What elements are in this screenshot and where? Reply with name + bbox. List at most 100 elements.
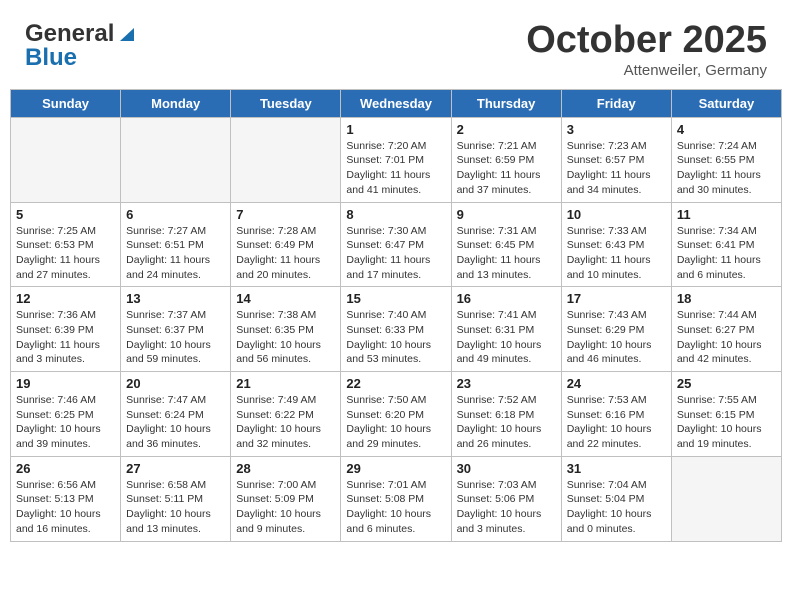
day-cell: 18 Sunrise: 7:44 AM Sunset: 6:27 PM Dayli…: [671, 287, 781, 372]
day-cell: 7Sunrise: 7:28 AM Sunset: 6:49 PM Daylig…: [231, 202, 341, 287]
day-info: Sunrise: 7:43 AM Sunset: 6:29 PM Dayligh…: [567, 308, 666, 367]
day-info: Sunrise: 7:44 AM Sunset: 6:27 PM Dayligh…: [677, 308, 776, 367]
day-info: Sunrise: 7:25 AM Sunset: 6:53 PM Dayligh…: [16, 224, 115, 283]
day-cell: 24 Sunrise: 7:53 AM Sunset: 6:16 PM Dayli…: [561, 372, 671, 457]
day-cell: 26Sunrise: 6:56 AM Sunset: 5:13 PM Dayli…: [11, 456, 121, 541]
day-info: Sunrise: 7:34 AM Sunset: 6:41 PM Dayligh…: [677, 224, 776, 283]
day-number: 19: [16, 376, 115, 391]
header-saturday: Saturday: [671, 89, 781, 117]
day-number: 4: [677, 122, 776, 137]
day-cell: 8 Sunrise: 7:30 AM Sunset: 6:47 PM Daylig…: [341, 202, 451, 287]
day-cell: 15 Sunrise: 7:40 AM Sunset: 6:33 PM Dayli…: [341, 287, 451, 372]
day-cell: 3 Sunrise: 7:23 AM Sunset: 6:57 PM Daylig…: [561, 117, 671, 202]
day-info: Sunrise: 7:40 AM Sunset: 6:33 PM Dayligh…: [346, 308, 445, 367]
day-number: 1: [346, 122, 445, 137]
day-cell: 31Sunrise: 7:04 AM Sunset: 5:04 PM Dayli…: [561, 456, 671, 541]
week-row-4: 26Sunrise: 6:56 AM Sunset: 5:13 PM Dayli…: [11, 456, 782, 541]
day-cell: [231, 117, 341, 202]
day-number: 23: [457, 376, 556, 391]
day-info: Sunrise: 7:30 AM Sunset: 6:47 PM Dayligh…: [346, 224, 445, 283]
title-block: October 2025 Attenweiler, Germany: [526, 20, 767, 79]
day-info: Sunrise: 7:53 AM Sunset: 6:16 PM Dayligh…: [567, 393, 666, 452]
logo-blue: Blue: [25, 44, 138, 72]
day-number: 14: [236, 291, 335, 306]
day-number: 8: [346, 207, 445, 222]
day-number: 28: [236, 461, 335, 476]
location: Attenweiler, Germany: [526, 62, 767, 79]
day-number: 13: [126, 291, 225, 306]
day-info: Sunrise: 7:20 AM Sunset: 7:01 PM Dayligh…: [346, 139, 445, 198]
day-number: 27: [126, 461, 225, 476]
day-info: Sunrise: 7:01 AM Sunset: 5:08 PM Dayligh…: [346, 478, 445, 537]
day-cell: 28 Sunrise: 7:00 AM Sunset: 5:09 PM Dayli…: [231, 456, 341, 541]
day-cell: 25 Sunrise: 7:55 AM Sunset: 6:15 PM Dayli…: [671, 372, 781, 457]
day-info: Sunrise: 7:23 AM Sunset: 6:57 PM Dayligh…: [567, 139, 666, 198]
day-number: 25: [677, 376, 776, 391]
day-cell: 2 Sunrise: 7:21 AM Sunset: 6:59 PM Daylig…: [451, 117, 561, 202]
day-number: 15: [346, 291, 445, 306]
day-info: Sunrise: 7:28 AM Sunset: 6:49 PM Dayligh…: [236, 224, 335, 283]
day-number: 9: [457, 207, 556, 222]
day-info: Sunrise: 6:58 AM Sunset: 5:11 PM Dayligh…: [126, 478, 225, 537]
day-info: Sunrise: 7:37 AM Sunset: 6:37 PM Dayligh…: [126, 308, 225, 367]
day-number: 24: [567, 376, 666, 391]
day-number: 5: [16, 207, 115, 222]
day-cell: 30Sunrise: 7:03 AM Sunset: 5:06 PM Dayli…: [451, 456, 561, 541]
day-cell: 4 Sunrise: 7:24 AM Sunset: 6:55 PM Daylig…: [671, 117, 781, 202]
day-number: 2: [457, 122, 556, 137]
day-number: 11: [677, 207, 776, 222]
day-cell: 14Sunrise: 7:38 AM Sunset: 6:35 PM Dayli…: [231, 287, 341, 372]
day-info: Sunrise: 7:50 AM Sunset: 6:20 PM Dayligh…: [346, 393, 445, 452]
day-number: 31: [567, 461, 666, 476]
day-info: Sunrise: 7:21 AM Sunset: 6:59 PM Dayligh…: [457, 139, 556, 198]
day-info: Sunrise: 7:00 AM Sunset: 5:09 PM Dayligh…: [236, 478, 335, 537]
day-info: Sunrise: 7:41 AM Sunset: 6:31 PM Dayligh…: [457, 308, 556, 367]
header-tuesday: Tuesday: [231, 89, 341, 117]
day-number: 20: [126, 376, 225, 391]
day-info: Sunrise: 7:24 AM Sunset: 6:55 PM Dayligh…: [677, 139, 776, 198]
month-title: October 2025: [526, 20, 767, 62]
day-cell: 13 Sunrise: 7:37 AM Sunset: 6:37 PM Dayli…: [121, 287, 231, 372]
day-number: 16: [457, 291, 556, 306]
day-info: Sunrise: 7:36 AM Sunset: 6:39 PM Dayligh…: [16, 308, 115, 367]
day-number: 12: [16, 291, 115, 306]
header-friday: Friday: [561, 89, 671, 117]
day-cell: [11, 117, 121, 202]
day-info: Sunrise: 7:31 AM Sunset: 6:45 PM Dayligh…: [457, 224, 556, 283]
day-info: Sunrise: 7:47 AM Sunset: 6:24 PM Dayligh…: [126, 393, 225, 452]
day-info: Sunrise: 7:52 AM Sunset: 6:18 PM Dayligh…: [457, 393, 556, 452]
day-cell: [671, 456, 781, 541]
day-cell: 5 Sunrise: 7:25 AM Sunset: 6:53 PM Daylig…: [11, 202, 121, 287]
calendar-header-row: SundayMondayTuesdayWednesdayThursdayFrid…: [11, 89, 782, 117]
day-info: Sunrise: 7:33 AM Sunset: 6:43 PM Dayligh…: [567, 224, 666, 283]
day-number: 3: [567, 122, 666, 137]
day-cell: 19 Sunrise: 7:46 AM Sunset: 6:25 PM Dayli…: [11, 372, 121, 457]
day-number: 18: [677, 291, 776, 306]
day-cell: 9 Sunrise: 7:31 AM Sunset: 6:45 PM Daylig…: [451, 202, 561, 287]
day-cell: 11 Sunrise: 7:34 AM Sunset: 6:41 PM Dayli…: [671, 202, 781, 287]
day-number: 22: [346, 376, 445, 391]
day-cell: 27 Sunrise: 6:58 AM Sunset: 5:11 PM Dayli…: [121, 456, 231, 541]
day-number: 26: [16, 461, 115, 476]
day-info: Sunrise: 7:49 AM Sunset: 6:22 PM Dayligh…: [236, 393, 335, 452]
day-info: Sunrise: 7:27 AM Sunset: 6:51 PM Dayligh…: [126, 224, 225, 283]
day-info: Sunrise: 7:03 AM Sunset: 5:06 PM Dayligh…: [457, 478, 556, 537]
logo-icon: [116, 23, 138, 45]
day-cell: [121, 117, 231, 202]
logo: General Blue: [25, 20, 138, 72]
day-info: Sunrise: 7:55 AM Sunset: 6:15 PM Dayligh…: [677, 393, 776, 452]
day-info: Sunrise: 7:46 AM Sunset: 6:25 PM Dayligh…: [16, 393, 115, 452]
day-cell: 10 Sunrise: 7:33 AM Sunset: 6:43 PM Dayli…: [561, 202, 671, 287]
header: General Blue October 2025 Attenweiler, G…: [10, 10, 782, 84]
day-number: 21: [236, 376, 335, 391]
day-cell: 12 Sunrise: 7:36 AM Sunset: 6:39 PM Dayli…: [11, 287, 121, 372]
day-cell: 17 Sunrise: 7:43 AM Sunset: 6:29 PM Dayli…: [561, 287, 671, 372]
day-cell: 21 Sunrise: 7:49 AM Sunset: 6:22 PM Dayli…: [231, 372, 341, 457]
day-cell: 22 Sunrise: 7:50 AM Sunset: 6:20 PM Dayli…: [341, 372, 451, 457]
day-cell: 23 Sunrise: 7:52 AM Sunset: 6:18 PM Dayli…: [451, 372, 561, 457]
day-cell: 1 Sunrise: 7:20 AM Sunset: 7:01 PM Daylig…: [341, 117, 451, 202]
day-number: 17: [567, 291, 666, 306]
day-cell: 20 Sunrise: 7:47 AM Sunset: 6:24 PM Dayli…: [121, 372, 231, 457]
day-number: 10: [567, 207, 666, 222]
week-row-1: 5 Sunrise: 7:25 AM Sunset: 6:53 PM Daylig…: [11, 202, 782, 287]
